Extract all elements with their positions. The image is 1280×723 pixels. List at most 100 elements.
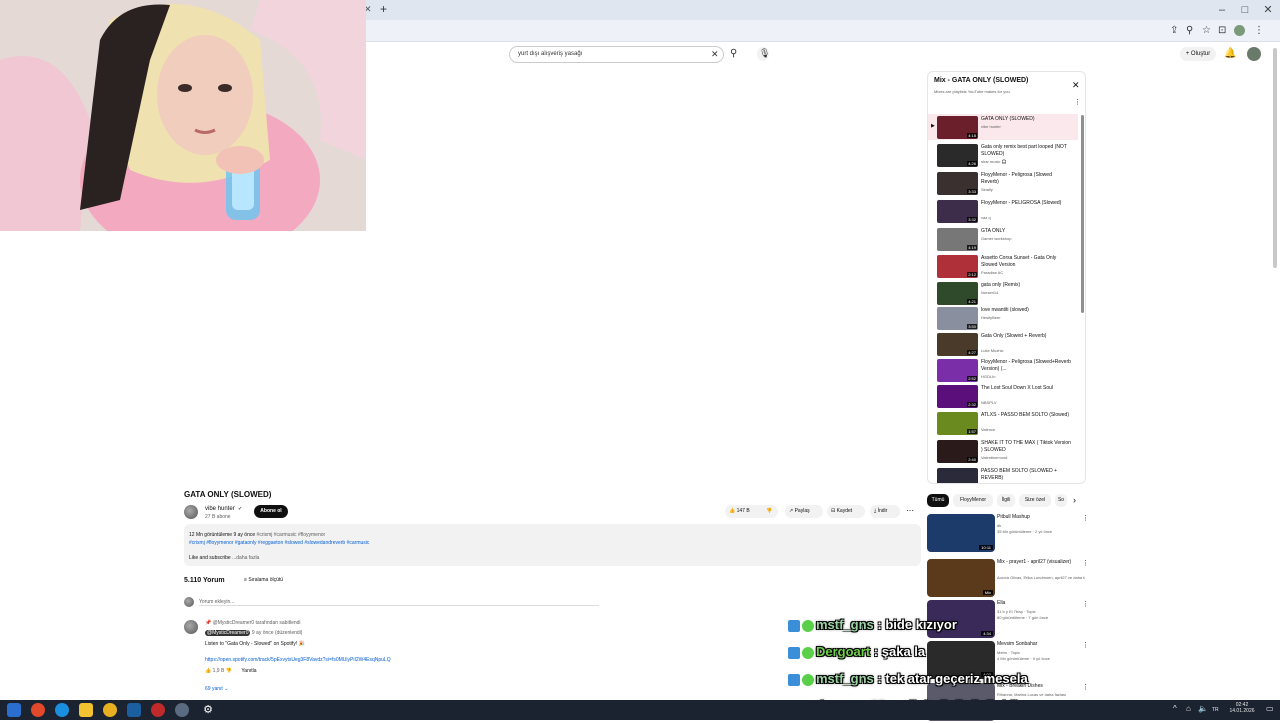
chat-text: şaka la [881, 644, 926, 659]
search-icon[interactable]: ⚲ [730, 48, 737, 59]
chrome-icon[interactable] [103, 703, 117, 717]
description-box[interactable]: 12 Mn görüntüleme 9 ay önce #crismj #car… [184, 524, 921, 566]
chip-more[interactable]: So [1055, 494, 1067, 507]
playlist-item[interactable]: 2:52 FloyyMenor - Peligrosa (Slowed+Rever… [928, 357, 1078, 383]
account-avatar[interactable] [1247, 47, 1261, 61]
playlist-item[interactable]: 4:21 gata only (Remix) Norseri14 [928, 280, 1078, 306]
comment-dislike-icon[interactable]: 👎 [226, 668, 232, 674]
reply-button[interactable]: Yanıtla [241, 668, 256, 674]
download-button[interactable]: ⤓ İndir [870, 505, 900, 518]
comment-like-icon[interactable]: 👍 [205, 668, 211, 674]
webcam-image [0, 0, 366, 231]
new-tab-button[interactable]: + [380, 2, 387, 16]
playlist-item-title: gata only (Remix) [981, 282, 1021, 288]
chip-for-you[interactable]: Size özel [1019, 494, 1051, 507]
dislike-button[interactable]: 👎 [761, 505, 778, 518]
clear-search-icon[interactable]: ✕ [711, 49, 719, 60]
playlist-item[interactable]: 1:57 ATLXS - PASSO BEM SOLTO (Slowed) Vale… [928, 410, 1078, 436]
more-actions-icon[interactable]: ⋯ [906, 506, 914, 515]
search-input[interactable]: yurt dışı alışveriş yasağı [509, 46, 724, 63]
zoom-icon[interactable]: ⚲ [1186, 25, 1193, 36]
tray-language-icon[interactable]: TR [1212, 707, 1219, 713]
playlist-item[interactable]: 4:27 Gata Only (Slowed + Reverb) Luke Muzh… [928, 331, 1078, 357]
playlist-item-title: ATLXS - PASSO BEM SOLTO (Slowed) [981, 412, 1069, 418]
tray-network-icon[interactable]: ⌂ [1186, 704, 1191, 713]
search-query: yurt dışı alışveriş yasağı [518, 51, 583, 57]
steam-icon[interactable] [127, 703, 141, 717]
recommendation-duration: 4:34 [981, 631, 993, 636]
description-hashtags[interactable]: #crismj #floyymenor #gataonly #reggaeton… [189, 540, 369, 546]
profile-avatar[interactable] [1234, 25, 1245, 36]
create-button[interactable]: + Oluştur [1180, 47, 1216, 61]
tray-chevron-up-icon[interactable]: ^ [1173, 704, 1177, 713]
playlist-menu-icon[interactable]: ⋮ [1074, 98, 1081, 106]
minimize-button[interactable]: – [1213, 2, 1231, 18]
recommendation-item[interactable]: Mix Mix - prayer1 - april27 (visualizer) A… [927, 559, 1089, 599]
playlist-item-title: Assetto Corsa Sunset - Gata Only Slowed … [981, 255, 1057, 268]
maximize-button[interactable]: □ [1236, 2, 1254, 18]
playlist-scrollbar[interactable] [1081, 115, 1084, 313]
playlist-item[interactable]: 4:19 GTA ONLY Gamer workshop [928, 226, 1078, 252]
voice-search-button[interactable]: 🎙 [757, 47, 770, 61]
chevron-right-icon[interactable]: › [1073, 495, 1076, 505]
chip-related[interactable]: İlgili [997, 494, 1015, 507]
chat-text: bide kızıyor [885, 617, 957, 632]
recommendation-item[interactable]: 10:11 Pitbull Mashup dk 35 Mn görüntüleme ·… [927, 514, 1089, 554]
pinned-note: 📌 @MysticDreamer0 tarafından sabitlendi [205, 620, 301, 626]
install-icon[interactable]: ⇪ [1170, 25, 1178, 36]
add-comment-input[interactable]: Yorum ekleyin... [199, 599, 599, 606]
edge-icon[interactable] [55, 703, 69, 717]
playlist-duration: 4:18 [967, 133, 977, 138]
notifications-bell-icon[interactable]: 🔔 [1224, 48, 1236, 59]
view-replies-button[interactable]: 69 yanıt ⌄ [205, 686, 228, 692]
recommendation-menu-icon[interactable]: ⋮ [1082, 641, 1089, 649]
comment-author[interactable]: @MysticDreamer0 [205, 630, 251, 636]
playlist-item-title: GTA ONLY [981, 228, 1006, 234]
channel-name[interactable]: vibe hunter [205, 506, 235, 512]
playlist-item[interactable]: 2:26PASSO BEM SOLTO (SLOWED + REVERB) [928, 466, 1078, 483]
bookmark-star-icon[interactable]: ☆ [1202, 25, 1211, 36]
start-icon[interactable] [7, 703, 21, 717]
sort-icon: ≡ [244, 577, 247, 583]
playlist-item[interactable]: 2:32 The Lost Soul Down X Lost Soul NBSPLV [928, 383, 1078, 409]
playlist-item-channel: Gamer workshop [981, 236, 1012, 241]
playlist-item[interactable]: 2:40 SHAKE IT TO THE MAX ( Tiktok Version… [928, 438, 1078, 464]
like-button[interactable]: 👍 147 B [725, 505, 761, 518]
browser-menu-icon[interactable]: ⋮ [1254, 25, 1264, 36]
playlist-item[interactable]: 2:12 Assetto Corsa Sunset - Gata Only Slo… [928, 253, 1078, 279]
close-playlist-icon[interactable]: ✕ [1072, 80, 1080, 91]
app-icon-1[interactable] [31, 703, 45, 717]
save-button[interactable]: ⊟ Kaydet [827, 505, 865, 518]
tray-volume-icon[interactable]: 🔈 [1198, 704, 1208, 713]
recommendation-channel: 31 b y El 7trap · Topic [997, 609, 1036, 614]
recommendation-menu-icon[interactable]: ⋮ [1082, 683, 1089, 691]
notification-center-icon[interactable]: ▭ [1266, 704, 1274, 713]
channel-avatar[interactable] [184, 505, 198, 519]
page-scrollbar[interactable] [1273, 48, 1277, 268]
playlist-item-channel: Norseri14 [981, 290, 999, 295]
show-more-link[interactable]: ...daha fazla [232, 555, 259, 561]
recommendation-menu-icon[interactable]: ⋮ [1082, 559, 1089, 567]
playlist-thumbnail: 4:18 [937, 116, 978, 139]
share-button[interactable]: ↗ Paylaş [785, 505, 823, 518]
comment-link[interactable]: https://open.spotify.com/track/5pExvytsU… [205, 657, 391, 663]
close-window-button[interactable]: ✕ [1259, 2, 1277, 18]
playlist-item[interactable]: 3:33 FloyyMenor - Peligrosa (Slowed Rever… [928, 170, 1078, 196]
playlist-item[interactable]: 3:50 love nwantiti (slowed) HesityBeer [928, 305, 1078, 331]
comment-author-avatar[interactable] [184, 620, 198, 634]
obs-icon[interactable] [151, 703, 165, 717]
sort-comments-button[interactable]: ≡ Sıralama ölçütü [244, 577, 283, 583]
subscribe-button[interactable]: Abone ol [254, 505, 288, 518]
chip-floyymenor[interactable]: FloyyMenor [953, 494, 993, 507]
playlist-item[interactable]: 4:26 Gata only remix best part looped (NO… [928, 142, 1078, 168]
file-explorer-icon[interactable] [79, 703, 93, 717]
browser-active-icon[interactable] [175, 703, 189, 717]
recommendation-menu-icon[interactable]: ⋮ [1082, 600, 1089, 608]
recommendation-menu-icon[interactable]: ⋮ [1082, 514, 1089, 522]
settings-gear-icon[interactable]: ⚙ [201, 703, 215, 717]
playlist-item[interactable]: ▶ 4:18 GATA ONLY (SLOWED) vibe hunter [928, 114, 1078, 140]
chip-all[interactable]: Tümü [927, 494, 949, 507]
extensions-icon[interactable]: ⊡ [1218, 25, 1226, 36]
playlist-item[interactable]: 3:32 FloyyMenor - PELIGROSA (Slowed) vaz q [928, 198, 1078, 224]
taskbar-clock[interactable]: 02:42 14.01.2026 [1228, 702, 1256, 714]
